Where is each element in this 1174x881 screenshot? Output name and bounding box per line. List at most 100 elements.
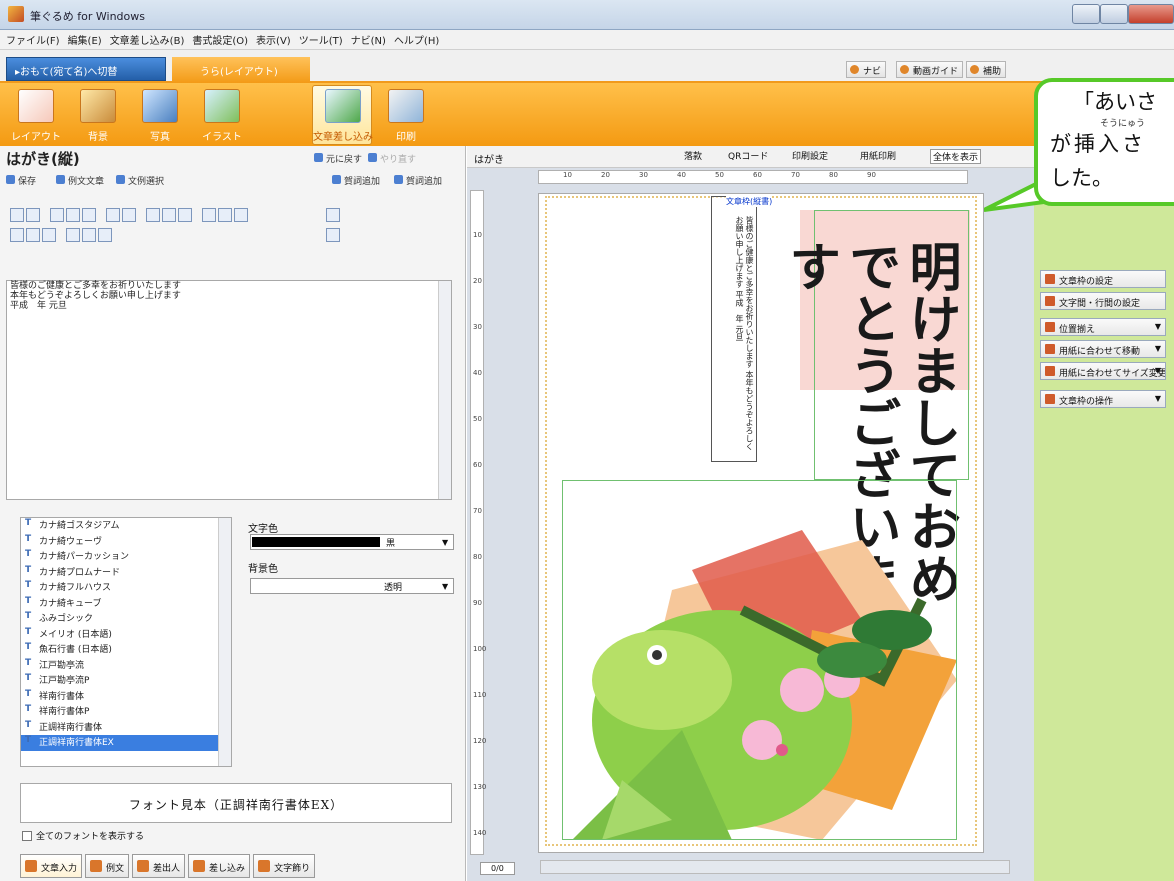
zoom-select[interactable]: 全体を表示	[930, 149, 982, 164]
ribbon-illustration-button[interactable]: イラスト	[192, 86, 252, 144]
qr-code-button[interactable]: QRコード	[728, 149, 768, 162]
fit-move-button[interactable]: 用紙に合わせて移動 ▼	[1040, 340, 1166, 358]
vertical-text-icon[interactable]	[10, 208, 24, 222]
horizontal-scrollbar[interactable]	[540, 860, 1010, 874]
underline-icon[interactable]	[82, 208, 96, 222]
video-guide-button[interactable]: 動画ガイド	[896, 61, 964, 78]
bold-icon[interactable]	[50, 208, 64, 222]
tab-sender[interactable]: 差出人	[132, 854, 186, 878]
align-position-button[interactable]: 位置揃え ▼	[1040, 318, 1166, 336]
ribbon-insert-text-button[interactable]: 文章差し込み	[312, 85, 373, 145]
font-item[interactable]: カナ綺フルハウス	[21, 580, 231, 596]
text-frame-settings-button[interactable]: 文章枠の設定	[1040, 270, 1166, 288]
font-list[interactable]: カナ綺ゴスタジアム カナ綺ウェーヴ カナ綺パーカッション カナ綺プロムナード カ…	[20, 517, 232, 767]
menu-view[interactable]: 表示(V)	[256, 32, 291, 47]
align-top-icon[interactable]	[146, 208, 160, 222]
size-up-icon[interactable]	[202, 208, 216, 222]
undo-button[interactable]: 元に戻す	[312, 150, 366, 166]
menu-format[interactable]: 書式設定(O)	[192, 32, 248, 47]
minimize-button[interactable]	[1072, 4, 1100, 24]
font-item[interactable]: カナ綺パーカッション	[21, 549, 231, 565]
horizontal-text-icon[interactable]	[26, 208, 40, 222]
callout-text: 「あいさ	[1073, 90, 1157, 114]
bg-color-select[interactable]	[250, 578, 454, 594]
redo-button[interactable]: やり直す	[366, 150, 420, 166]
chevron-down-icon: ▼	[1154, 366, 1161, 375]
tab-back-layout[interactable]: うら(レイアウト)	[172, 57, 310, 83]
save-button[interactable]: 保存	[4, 172, 40, 188]
tab-sample[interactable]: 例文	[85, 854, 130, 878]
close-button[interactable]	[1128, 4, 1174, 24]
left-ruler: 10 20 30 40 50 60 70 80 90 100 110 120 1…	[470, 190, 486, 855]
font-item[interactable]: 正調祥南行書体	[21, 720, 231, 736]
char-icon[interactable]	[66, 228, 80, 242]
menu-navi[interactable]: ナビ(N)	[351, 32, 386, 47]
select-text-button[interactable]: 文例選択	[114, 172, 168, 188]
font-item[interactable]: ふみゴシック	[21, 611, 231, 627]
illustration-frame[interactable]	[562, 480, 957, 840]
seal-button[interactable]: 落款	[684, 149, 702, 162]
print-icon	[388, 89, 424, 123]
menu-edit[interactable]: 編集(E)	[68, 32, 102, 47]
show-all-fonts-checkbox[interactable]	[22, 831, 32, 841]
window-title: 筆ぐるめ for Windows	[30, 10, 146, 23]
title-bar: 筆ぐるめ for Windows	[0, 0, 1174, 30]
font-item[interactable]: カナ綺プロムナード	[21, 565, 231, 581]
shadow-icon[interactable]	[122, 208, 136, 222]
clear-format-icon[interactable]	[326, 208, 340, 222]
tab-insert[interactable]: 差し込み	[188, 854, 251, 878]
font-item-selected[interactable]: 正調祥南行書体EX	[21, 735, 231, 751]
chevron-down-icon: ▼	[442, 582, 449, 591]
align-bottom-icon[interactable]	[178, 208, 192, 222]
font-item[interactable]: カナ綺ゴスタジアム	[21, 518, 231, 534]
fit-resize-button[interactable]: 用紙に合わせてサイズ変更 ▼	[1040, 362, 1166, 380]
menu-help[interactable]: ヘルプ(H)	[394, 32, 439, 47]
font-list-scrollbar[interactable]	[218, 518, 231, 766]
font-item[interactable]: 江戸勘亭流	[21, 658, 231, 674]
editor-scrollbar[interactable]	[438, 281, 451, 499]
ribbon-layout-button[interactable]: レイアウト	[6, 86, 66, 144]
ribbon-photo-button[interactable]: 写真	[130, 86, 190, 144]
align-center-icon[interactable]	[162, 208, 176, 222]
tab-front-address[interactable]: ▸おもて(宛て名)へ切替	[6, 57, 166, 81]
maximize-button[interactable]	[1100, 4, 1128, 24]
font-item[interactable]: カナ綺キューブ	[21, 596, 231, 612]
char2-icon[interactable]	[82, 228, 96, 242]
font-sample: フォント見本（正調祥南行書体EX）	[20, 783, 452, 823]
char-line-spacing-button[interactable]: 文字間・行間の設定	[1040, 292, 1166, 310]
navi-button[interactable]: ナビ	[846, 61, 887, 78]
ruby-icon[interactable]	[42, 228, 56, 242]
options-icon[interactable]	[326, 228, 340, 242]
font-item[interactable]: 祥南行書体P	[21, 704, 231, 720]
menu-tools[interactable]: ツール(T)	[299, 32, 343, 47]
print-setting-button[interactable]: 印刷設定	[792, 149, 828, 162]
show-all-fonts-label: 全てのフォントを表示する	[36, 832, 145, 842]
char3-icon[interactable]	[98, 228, 112, 242]
menu-file[interactable]: ファイル(F)	[6, 32, 60, 47]
add-greeting-button[interactable]: 賀詞追加	[330, 172, 384, 188]
sample-text-button[interactable]: 例文文章	[54, 172, 108, 188]
font-item[interactable]: 魚石行書 (日本語)	[21, 642, 231, 658]
menu-insert-text[interactable]: 文章差し込み(B)	[110, 32, 185, 47]
bg-color-value: 透明	[384, 583, 403, 593]
font-item[interactable]: カナ綺ウェーヴ	[21, 534, 231, 550]
list-icon[interactable]	[26, 228, 40, 242]
ribbon-print-button[interactable]: 印刷	[376, 86, 436, 144]
bottom-tabs: 文章入力 例文 差出人 差し込み 文字飾り	[20, 854, 464, 878]
ribbon-background-button[interactable]: 背景	[68, 86, 128, 144]
font-item[interactable]: 江戸勘亭流P	[21, 673, 231, 689]
tab-text-decoration[interactable]: 文字飾り	[253, 854, 316, 878]
indent-icon[interactable]	[10, 228, 24, 242]
font-item[interactable]: 祥南行書体	[21, 689, 231, 705]
outline-icon[interactable]	[106, 208, 120, 222]
font-item[interactable]: メイリオ (日本語)	[21, 627, 231, 643]
text-frame-operations-button[interactable]: 文章枠の操作 ▼	[1040, 390, 1166, 408]
paper-print-button[interactable]: 用紙印刷	[860, 149, 896, 162]
spacing-icon[interactable]	[234, 208, 248, 222]
italic-icon[interactable]	[66, 208, 80, 222]
size-down-icon[interactable]	[218, 208, 232, 222]
tab-text-input[interactable]: 文章入力	[20, 854, 83, 878]
add-greeting2-button[interactable]: 賀詞追加	[392, 172, 446, 188]
help-button[interactable]: 補助	[966, 61, 1007, 78]
text-editor[interactable]: 皆様のご健康とご多幸をお祈りいたします 本年もどうぞよろしくお願い申し上げます …	[6, 280, 452, 500]
